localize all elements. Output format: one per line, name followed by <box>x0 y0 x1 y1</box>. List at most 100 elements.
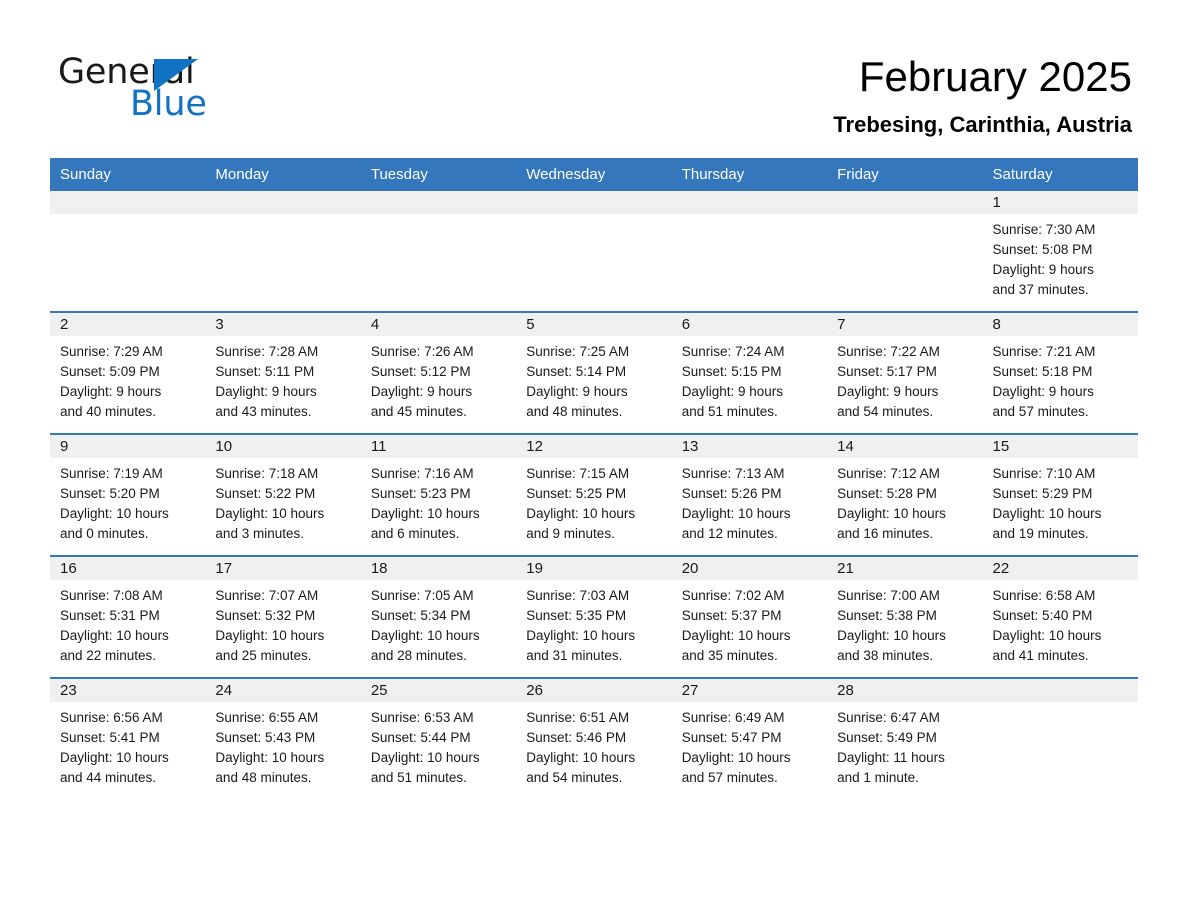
day-info: Sunrise: 7:29 AM Sunset: 5:09 PM Daylight:… <box>50 336 205 422</box>
daylight-text-line1: Daylight: 10 hours <box>60 750 169 765</box>
day-number: 1 <box>982 191 1138 214</box>
calendar-header-row: Sunday Monday Tuesday Wednesday Thursday… <box>50 158 1138 191</box>
sunrise-text: Sunrise: 7:03 AM <box>526 588 630 603</box>
daylight-text-line1: Daylight: 10 hours <box>370 506 480 521</box>
sunrise-text: Sunrise: 7:10 AM <box>992 466 1096 481</box>
calendar-day-cell[interactable]: 17 Sunrise: 7:07 AM Sunset: 5:32 PM Dayligh… <box>205 555 361 678</box>
day-info: Sunrise: 7:08 AM Sunset: 5:31 PM Daylight:… <box>50 580 205 666</box>
calendar-day-cell[interactable]: 19 Sunrise: 7:03 AM Sunset: 5:35 PM Dayligh… <box>516 555 672 678</box>
day-box: 9 Sunrise: 7:19 AM Sunset: 5:20 PM Daylight… <box>50 435 206 555</box>
daylight-text-line2: and 6 minutes. <box>370 526 460 541</box>
sunrise-text: Sunrise: 7:12 AM <box>837 466 940 481</box>
calendar-day-cell[interactable]: 9 Sunrise: 7:19 AM Sunset: 5:20 PM Daylight… <box>50 433 206 556</box>
calendar-day-cell[interactable]: 15 Sunrise: 7:10 AM Sunset: 5:29 PM Dayligh… <box>982 433 1138 556</box>
day-number: 16 <box>50 557 206 580</box>
daylight-text-line1: Daylight: 9 hours <box>60 384 162 399</box>
calendar-day-cell[interactable]: 14 Sunrise: 7:12 AM Sunset: 5:28 PM Dayligh… <box>827 433 983 556</box>
daylight-text-line2: and 51 minutes. <box>370 770 467 785</box>
daylight-text-line2: and 35 minutes. <box>681 648 778 663</box>
daylight-text-line2: and 9 minutes. <box>526 526 615 541</box>
day-box: 13 Sunrise: 7:13 AM Sunset: 5:26 PM Dayligh… <box>671 435 828 555</box>
sunset-text: Sunset: 5:14 PM <box>526 364 627 379</box>
daylight-text-line2: and 12 minutes. <box>681 526 778 541</box>
calendar-day-cell[interactable]: 24 Sunrise: 6:55 AM Sunset: 5:43 PM Dayligh… <box>205 677 361 799</box>
weekday-header-tuesday: Tuesday <box>360 158 517 191</box>
day-info: Sunrise: 7:13 AM Sunset: 5:26 PM Daylight:… <box>672 458 827 544</box>
day-info: Sunrise: 6:51 AM Sunset: 5:46 PM Daylight:… <box>516 702 671 788</box>
calendar-day-cell[interactable]: 7 Sunrise: 7:22 AM Sunset: 5:17 PM Daylight… <box>827 311 983 434</box>
calendar-day-cell[interactable]: 28 Sunrise: 6:47 AM Sunset: 5:49 PM Dayligh… <box>827 677 983 799</box>
day-box: 24 Sunrise: 6:55 AM Sunset: 5:43 PM Dayligh… <box>205 679 361 799</box>
daylight-text-line1: Daylight: 10 hours <box>370 628 480 643</box>
location-subtitle: Trebesing, Carinthia, Austria <box>833 112 1132 137</box>
daylight-text-line1: Daylight: 10 hours <box>370 750 480 765</box>
calendar-day-cell[interactable]: 20 Sunrise: 7:02 AM Sunset: 5:37 PM Dayligh… <box>671 555 828 678</box>
sunset-text: Sunset: 5:11 PM <box>215 364 315 379</box>
calendar-day-cell[interactable]: 6 Sunrise: 7:24 AM Sunset: 5:15 PM Daylight… <box>671 311 828 434</box>
calendar-day-cell[interactable]: 13 Sunrise: 7:13 AM Sunset: 5:26 PM Dayligh… <box>671 433 828 556</box>
calendar-day-cell[interactable]: 2 Sunrise: 7:29 AM Sunset: 5:09 PM Daylight… <box>50 311 206 434</box>
sunrise-text: Sunrise: 6:53 AM <box>370 710 474 725</box>
calendar-day-cell[interactable]: 26 Sunrise: 6:51 AM Sunset: 5:46 PM Dayligh… <box>516 677 672 799</box>
calendar-week-row: 23 Sunrise: 6:56 AM Sunset: 5:41 PM Dayligh… <box>50 677 1138 799</box>
general-blue-logo[interactable]: General Blue <box>58 52 318 132</box>
calendar-day-cell[interactable]: 11 Sunrise: 7:16 AM Sunset: 5:23 PM Dayligh… <box>360 433 517 556</box>
sunset-text: Sunset: 5:34 PM <box>370 608 471 623</box>
weekday-header-sunday: Sunday <box>50 158 206 191</box>
calendar-day-cell[interactable]: 25 Sunrise: 6:53 AM Sunset: 5:44 PM Dayligh… <box>360 677 517 799</box>
calendar-day-cell[interactable]: 18 Sunrise: 7:05 AM Sunset: 5:34 PM Dayligh… <box>360 555 517 678</box>
sunset-text: Sunset: 5:22 PM <box>215 486 316 501</box>
day-box: 7 Sunrise: 7:22 AM Sunset: 5:17 PM Daylight… <box>827 313 983 433</box>
calendar-day-cell[interactable]: 3 Sunrise: 7:28 AM Sunset: 5:11 PM Daylight… <box>205 311 361 434</box>
day-box <box>516 191 672 311</box>
daylight-text-line2: and 57 minutes. <box>681 770 778 785</box>
sunrise-text: Sunrise: 6:55 AM <box>215 710 319 725</box>
day-info: Sunrise: 6:53 AM Sunset: 5:44 PM Daylight:… <box>361 702 516 788</box>
day-number: 10 <box>205 435 361 458</box>
day-number: 14 <box>827 435 983 458</box>
daylight-text-line2: and 54 minutes. <box>526 770 623 785</box>
day-box <box>205 191 361 311</box>
day-box: 23 Sunrise: 6:56 AM Sunset: 5:41 PM Dayligh… <box>50 679 206 799</box>
day-number: 22 <box>982 557 1138 580</box>
daylight-text-line2: and 54 minutes. <box>837 404 934 419</box>
weekday-header-wednesday: Wednesday <box>516 158 672 191</box>
daylight-text-line2: and 41 minutes. <box>992 648 1089 663</box>
day-box: 18 Sunrise: 7:05 AM Sunset: 5:34 PM Dayligh… <box>360 557 517 677</box>
daylight-text-line2: and 44 minutes. <box>60 770 157 785</box>
day-box: 21 Sunrise: 7:00 AM Sunset: 5:38 PM Dayligh… <box>827 557 983 677</box>
sunrise-text: Sunrise: 7:13 AM <box>681 466 785 481</box>
sunset-text: Sunset: 5:20 PM <box>60 486 160 501</box>
calendar-day-cell[interactable]: 16 Sunrise: 7:08 AM Sunset: 5:31 PM Dayligh… <box>50 555 206 678</box>
calendar-day-cell[interactable]: 12 Sunrise: 7:15 AM Sunset: 5:25 PM Dayligh… <box>516 433 672 556</box>
calendar-day-cell[interactable]: 1 Sunrise: 7:30 AM Sunset: 5:08 PM Daylight… <box>982 191 1138 312</box>
day-info: Sunrise: 6:55 AM Sunset: 5:43 PM Daylight:… <box>205 702 360 788</box>
daylight-text-line1: Daylight: 10 hours <box>60 506 169 521</box>
calendar-day-cell[interactable]: 8 Sunrise: 7:21 AM Sunset: 5:18 PM Daylight… <box>982 311 1138 434</box>
daylight-text-line1: Daylight: 11 hours <box>837 750 945 765</box>
sunset-text: Sunset: 5:38 PM <box>837 608 937 623</box>
daylight-text-line1: Daylight: 10 hours <box>837 628 946 643</box>
calendar-day-cell[interactable]: 22 Sunrise: 6:58 AM Sunset: 5:40 PM Dayligh… <box>982 555 1138 678</box>
day-info: Sunrise: 7:15 AM Sunset: 5:25 PM Daylight:… <box>516 458 671 544</box>
sunset-text: Sunset: 5:09 PM <box>60 364 160 379</box>
calendar-week-row: 16 Sunrise: 7:08 AM Sunset: 5:31 PM Dayligh… <box>50 555 1138 678</box>
day-box: 27 Sunrise: 6:49 AM Sunset: 5:47 PM Dayligh… <box>671 679 828 799</box>
calendar-day-cell[interactable]: 23 Sunrise: 6:56 AM Sunset: 5:41 PM Dayligh… <box>50 677 206 799</box>
day-box: 11 Sunrise: 7:16 AM Sunset: 5:23 PM Dayligh… <box>360 435 517 555</box>
calendar-day-cell[interactable]: 21 Sunrise: 7:00 AM Sunset: 5:38 PM Dayligh… <box>827 555 983 678</box>
calendar-day-cell[interactable]: 5 Sunrise: 7:25 AM Sunset: 5:14 PM Daylight… <box>516 311 672 434</box>
day-box: 17 Sunrise: 7:07 AM Sunset: 5:32 PM Dayligh… <box>205 557 361 677</box>
sunset-text: Sunset: 5:28 PM <box>837 486 937 501</box>
calendar-day-cell[interactable]: 27 Sunrise: 6:49 AM Sunset: 5:47 PM Dayligh… <box>671 677 828 799</box>
day-number: 20 <box>671 557 828 580</box>
sunrise-text: Sunrise: 6:56 AM <box>60 710 163 725</box>
day-number: 25 <box>360 679 517 702</box>
calendar-day-cell[interactable]: 10 Sunrise: 7:18 AM Sunset: 5:22 PM Dayligh… <box>205 433 361 556</box>
daylight-text-line1: Daylight: 10 hours <box>60 628 169 643</box>
calendar-day-cell[interactable]: 4 Sunrise: 7:26 AM Sunset: 5:12 PM Daylight… <box>360 311 517 434</box>
day-box: 25 Sunrise: 6:53 AM Sunset: 5:44 PM Dayligh… <box>360 679 517 799</box>
day-number <box>827 191 983 214</box>
day-box <box>827 191 983 311</box>
day-number <box>360 191 517 214</box>
